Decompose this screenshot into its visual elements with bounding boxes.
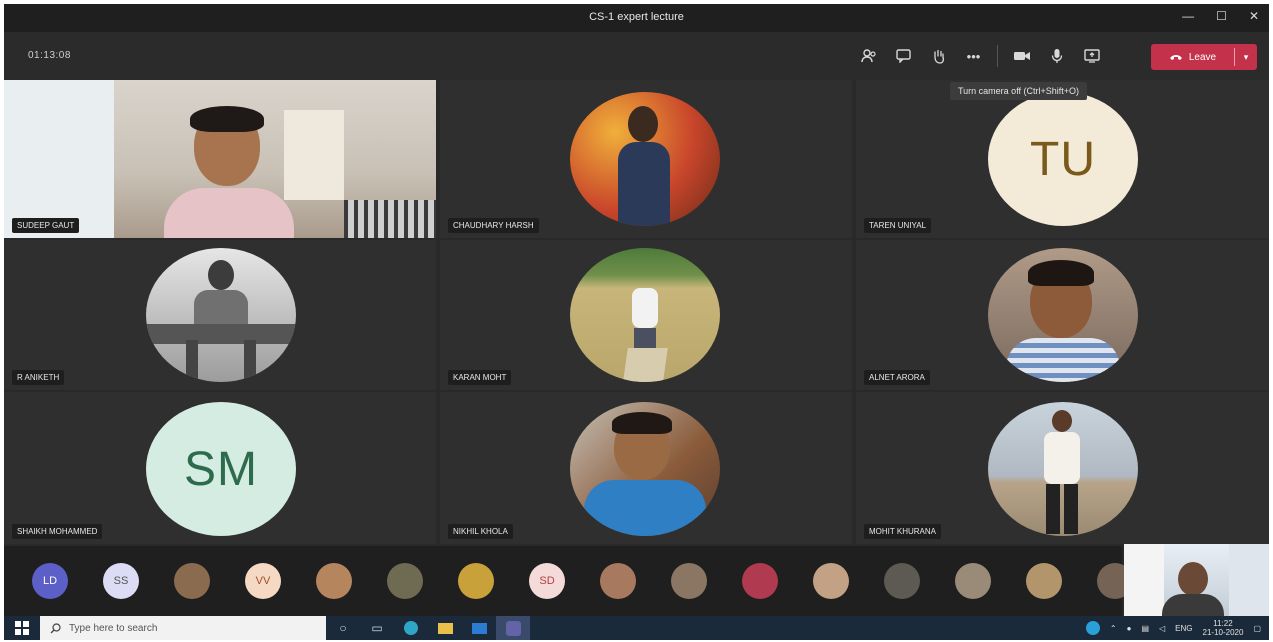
participant-name: KARAN MOHT bbox=[448, 370, 512, 385]
participant-avatar bbox=[570, 248, 720, 382]
speaker-figure bbox=[164, 106, 294, 238]
participant-name: SUDEEP GAUT bbox=[12, 218, 80, 233]
more-actions-icon[interactable]: ••• bbox=[956, 44, 991, 68]
toolbar-divider bbox=[997, 45, 998, 67]
language-indicator[interactable]: ENG bbox=[1175, 624, 1192, 633]
file-explorer-icon[interactable] bbox=[428, 616, 462, 640]
roster-avatar[interactable] bbox=[1026, 563, 1062, 599]
roster-initials: SD bbox=[539, 575, 555, 587]
participant-avatar bbox=[146, 248, 296, 382]
participant-avatar bbox=[988, 248, 1138, 382]
participant-name: SHAIKH MOHAMMED bbox=[12, 524, 103, 539]
participant-avatar bbox=[570, 92, 720, 226]
search-icon bbox=[50, 622, 61, 633]
roster-avatar[interactable] bbox=[955, 563, 991, 599]
search-placeholder: Type here to search bbox=[69, 622, 158, 634]
minimize-button[interactable]: — bbox=[1182, 9, 1194, 23]
mic-tray-icon[interactable]: ● bbox=[1127, 624, 1132, 633]
cortana-icon[interactable]: ○ bbox=[326, 616, 360, 640]
participant-tile[interactable]: NIKHIL KHOLA bbox=[440, 392, 852, 544]
video-tile[interactable]: SUDEEP GAUT bbox=[4, 80, 436, 238]
notifications-icon[interactable]: ▢ bbox=[1253, 624, 1261, 633]
roster-avatar[interactable] bbox=[671, 563, 707, 599]
participant-avatar bbox=[988, 402, 1138, 536]
volume-icon[interactable]: ◁ bbox=[1159, 624, 1165, 633]
participant-name: TAREN UNIYAL bbox=[864, 218, 932, 233]
roster-avatar[interactable]: VV bbox=[245, 563, 281, 599]
chevron-down-icon[interactable]: ▾ bbox=[1235, 52, 1257, 63]
task-view-icon[interactable]: ▭ bbox=[360, 616, 394, 640]
share-screen-icon[interactable] bbox=[1074, 44, 1109, 68]
teams-window: CS-1 expert lecture — ☐ ✕ 01:13:08 ••• L… bbox=[4, 4, 1269, 640]
participant-name: CHAUDHARY HARSH bbox=[448, 218, 539, 233]
participant-avatar: SM bbox=[146, 402, 296, 536]
roster-avatar[interactable] bbox=[174, 563, 210, 599]
phone-hangup-icon bbox=[1169, 55, 1182, 60]
participant-name: R ANIKETH bbox=[12, 370, 65, 385]
participant-avatar bbox=[570, 402, 720, 536]
roster-initials: SS bbox=[113, 575, 129, 587]
roster-avatar[interactable]: SS bbox=[103, 563, 139, 599]
edge-icon[interactable] bbox=[394, 616, 428, 640]
clock-date: 21-10-2020 bbox=[1202, 628, 1244, 637]
participant-name: NIKHIL KHOLA bbox=[448, 524, 513, 539]
roster-avatar[interactable] bbox=[458, 563, 494, 599]
roster-avatar[interactable] bbox=[600, 563, 636, 599]
participant-tile[interactable]: ALNET ARORA bbox=[856, 240, 1269, 390]
mic-icon[interactable] bbox=[1039, 44, 1074, 68]
roster-avatar[interactable] bbox=[742, 563, 778, 599]
mail-icon[interactable] bbox=[462, 616, 496, 640]
roster-avatar[interactable] bbox=[813, 563, 849, 599]
roster-avatar[interactable] bbox=[387, 563, 423, 599]
participant-avatar: TU bbox=[988, 92, 1138, 226]
participants-icon[interactable] bbox=[851, 44, 886, 68]
participant-tile[interactable]: TU TAREN UNIYAL bbox=[856, 80, 1269, 238]
taskbar-search-input[interactable]: Type here to search bbox=[40, 616, 326, 640]
camera-icon[interactable] bbox=[1004, 44, 1039, 68]
avatar-initials: TU bbox=[1030, 132, 1096, 186]
meeting-timer: 01:13:08 bbox=[28, 50, 71, 61]
participant-tile[interactable]: R ANIKETH bbox=[4, 240, 436, 390]
maximize-button[interactable]: ☐ bbox=[1216, 9, 1227, 23]
roster-avatar[interactable] bbox=[316, 563, 352, 599]
roster-avatar[interactable]: LD bbox=[32, 563, 68, 599]
avatar-initials: SM bbox=[184, 442, 258, 496]
title-bar: CS-1 expert lecture — ☐ ✕ bbox=[4, 4, 1269, 32]
roster-avatar[interactable]: SD bbox=[529, 563, 565, 599]
participant-tile[interactable]: CHAUDHARY HARSH bbox=[440, 80, 852, 238]
participant-roster: LD SS VV SD bbox=[4, 546, 1133, 616]
window-title: CS-1 expert lecture bbox=[589, 11, 684, 23]
clock-time: 11:22 bbox=[1213, 619, 1233, 628]
meeting-toolbar: 01:13:08 ••• Leave ▾ bbox=[4, 32, 1269, 80]
self-view[interactable] bbox=[1124, 544, 1269, 616]
roster-avatar[interactable] bbox=[884, 563, 920, 599]
roster-initials: VV bbox=[255, 575, 271, 587]
participant-tile[interactable]: MOHIT KHURANA bbox=[856, 392, 1269, 544]
participant-name: MOHIT KHURANA bbox=[864, 524, 941, 539]
teams-icon[interactable] bbox=[496, 616, 530, 640]
chat-icon[interactable] bbox=[886, 44, 921, 68]
network-icon[interactable]: ▤ bbox=[1141, 624, 1149, 633]
windows-start-icon[interactable] bbox=[4, 616, 40, 640]
participant-name: ALNET ARORA bbox=[864, 370, 930, 385]
raise-hand-icon[interactable] bbox=[921, 44, 956, 68]
system-tray: ⌃ ● ▤ ◁ ENG 11:22 21-10-2020 ▢ bbox=[1085, 616, 1261, 640]
chevron-up-icon[interactable]: ⌃ bbox=[1110, 624, 1117, 633]
leave-button[interactable]: Leave ▾ bbox=[1151, 44, 1257, 70]
clock[interactable]: 11:22 21-10-2020 bbox=[1203, 619, 1244, 637]
participant-tile[interactable]: KARAN MOHT bbox=[440, 240, 852, 390]
app-tray-icon[interactable] bbox=[1085, 621, 1100, 635]
close-button[interactable]: ✕ bbox=[1249, 9, 1259, 23]
roster-initials: LD bbox=[42, 575, 58, 587]
camera-tooltip: Turn camera off (Ctrl+Shift+O) bbox=[950, 82, 1088, 100]
participant-tile[interactable]: SM SHAIKH MOHAMMED bbox=[4, 392, 436, 544]
leave-label: Leave bbox=[1188, 51, 1217, 63]
windows-taskbar: Type here to search ○ ▭ ⌃ ● ▤ ◁ ENG 11:2… bbox=[4, 616, 1269, 640]
